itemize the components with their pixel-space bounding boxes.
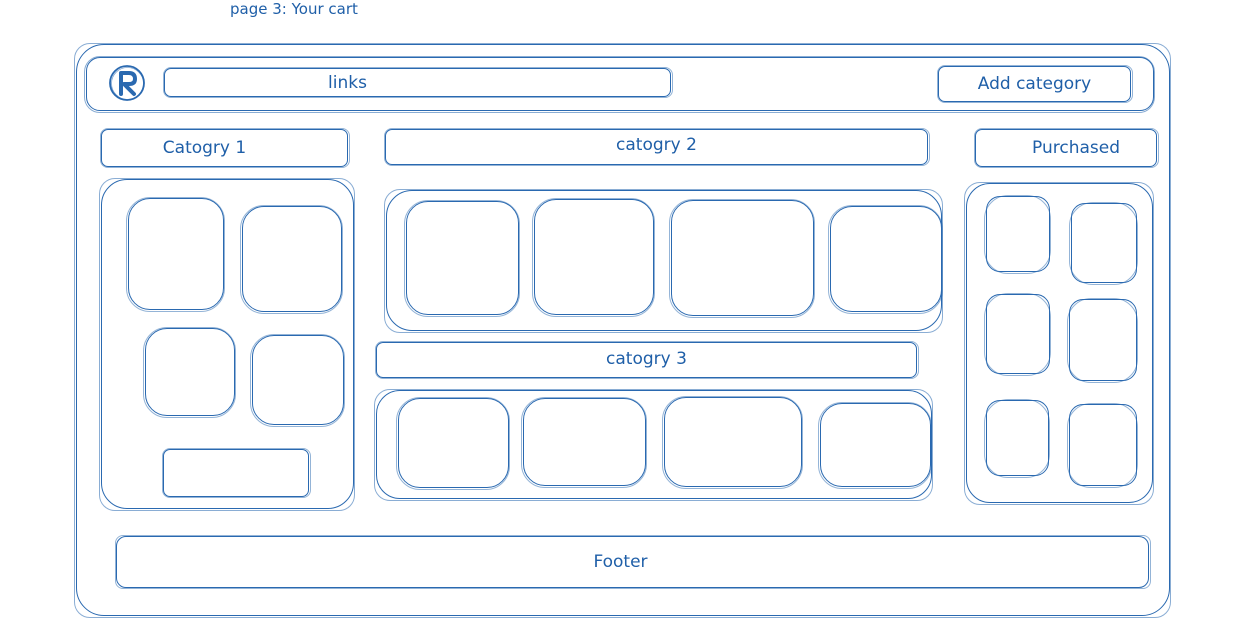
product-card[interactable]: [521, 397, 647, 488]
category-2-label: catogry 2: [616, 135, 697, 155]
add-category-button[interactable]: Add category: [937, 65, 1133, 103]
product-card[interactable]: [662, 396, 803, 489]
add-category-label: Add category: [977, 74, 1092, 94]
product-card[interactable]: [828, 205, 943, 314]
product-card[interactable]: [404, 200, 520, 317]
product-card[interactable]: [250, 334, 345, 427]
product-card[interactable]: [240, 205, 343, 314]
purchased-item-card[interactable]: [1067, 298, 1138, 383]
purchased-item-card[interactable]: [984, 195, 1051, 274]
product-card[interactable]: [669, 199, 815, 318]
purchased-label: Purchased: [1032, 138, 1120, 158]
footer: Footer: [115, 535, 1151, 589]
page-caption: page 3: Your cart: [230, 0, 358, 18]
category-1-label: Catogry 1: [162, 138, 247, 158]
purchased-item-card[interactable]: [1067, 403, 1138, 488]
product-card[interactable]: [396, 397, 510, 490]
product-card[interactable]: [818, 402, 932, 489]
category-2-title[interactable]: catogry 2: [384, 128, 930, 166]
purchased-item-card[interactable]: [1069, 202, 1138, 285]
links-label: links: [328, 72, 367, 93]
footer-label: Footer: [593, 552, 648, 572]
category-1-action[interactable]: [162, 448, 311, 498]
category-3-title[interactable]: catogry 3: [375, 341, 919, 379]
purchased-item-card[interactable]: [984, 293, 1051, 376]
purchased-item-card[interactable]: [984, 399, 1050, 478]
category-1-title[interactable]: Catogry 1: [100, 128, 350, 168]
category-3-label: catogry 3: [606, 349, 687, 369]
product-card[interactable]: [532, 198, 655, 317]
product-card[interactable]: [126, 197, 225, 312]
product-card[interactable]: [143, 327, 236, 418]
links-nav[interactable]: links: [163, 67, 673, 98]
r-logo-icon[interactable]: [108, 64, 146, 102]
purchased-title[interactable]: Purchased: [974, 128, 1159, 168]
